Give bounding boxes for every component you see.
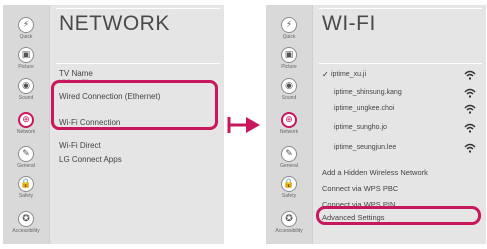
sidebar-item-label: Sound	[281, 95, 297, 101]
speaker-icon: ◉	[281, 78, 297, 94]
highlight-outline	[51, 80, 218, 130]
sidebar-item-quick[interactable]: ⚡ Quick	[3, 17, 49, 40]
wifi-network-row[interactable]: iptime_sungho.jo	[322, 123, 476, 135]
sidebar-item-label: Quick	[282, 34, 296, 40]
menu-item-wifi-direct[interactable]: Wi-Fi Direct	[59, 141, 101, 150]
sidebar-item-picture[interactable]: ▣ Picture	[3, 47, 49, 70]
menu-item-add-hidden-network[interactable]: Add a Hidden Wireless Network	[322, 168, 428, 177]
arrow-right-icon	[227, 117, 260, 133]
divider	[56, 63, 220, 64]
sidebar-item-label: Safety	[18, 193, 34, 199]
wifi-network-name: iptime_sungho.jo	[334, 124, 387, 131]
sidebar-item-label: General	[280, 163, 298, 169]
accessibility-icon: ✪	[18, 211, 34, 227]
divider	[319, 63, 482, 64]
sidebar-item-safety[interactable]: 🔒 Safety	[266, 176, 312, 199]
sidebar-item-label: Sound	[18, 95, 34, 101]
sidebar-item-accessibility[interactable]: ✪ Accessibility	[3, 211, 49, 234]
wifi-network-name: iptime_shinsung.kang	[334, 89, 402, 96]
wifi-network-row[interactable]: iptime_ungkee.choi	[322, 104, 476, 116]
lightning-icon: ⚡	[18, 17, 34, 33]
sidebar-item-network[interactable]: ⊕ Network	[266, 112, 312, 135]
sidebar-item-label: Safety	[281, 193, 297, 199]
network-icon: ⊕	[281, 112, 297, 128]
lock-icon: 🔒	[18, 176, 34, 192]
divider	[319, 8, 482, 9]
sidebar-item-safety[interactable]: 🔒 Safety	[3, 176, 49, 199]
sidebar-item-label: Accessibility	[275, 228, 303, 234]
sidebar-item-general[interactable]: ✎ General	[3, 146, 49, 169]
wifi-signal-icon	[464, 70, 476, 80]
sidebar-item-picture[interactable]: ▣ Picture	[266, 47, 312, 70]
settings-sidebar: ⚡ Quick ▣ Picture ◉ Sound ⊕ Network ✎ Ge…	[3, 5, 50, 244]
wifi-network-name: iptime_xu.ji	[331, 71, 367, 78]
wifi-signal-icon	[464, 143, 476, 153]
sidebar-item-accessibility[interactable]: ✪ Accessibility	[266, 211, 312, 234]
settings-sidebar: ⚡ Quick ▣ Picture ◉ Sound ⊕ Network ✎ Ge…	[266, 5, 313, 244]
sidebar-item-network[interactable]: ⊕ Network	[3, 112, 49, 135]
wifi-network-name: iptime_ungkee.choi	[334, 105, 395, 112]
divider	[56, 8, 220, 9]
picture-icon: ▣	[18, 47, 34, 63]
network-icon: ⊕	[18, 112, 34, 128]
sidebar-item-label: Picture	[18, 64, 34, 70]
general-icon: ✎	[281, 146, 297, 162]
page-title: NETWORK	[59, 12, 170, 35]
general-icon: ✎	[18, 146, 34, 162]
menu-item-tv-name[interactable]: TV Name	[59, 69, 93, 78]
sidebar-item-label: General	[17, 163, 35, 169]
sidebar-item-label: Network	[16, 129, 36, 135]
page-title: WI-FI	[322, 12, 376, 35]
picture-icon: ▣	[281, 47, 297, 63]
check-icon: ✓	[322, 70, 329, 79]
wifi-signal-icon	[464, 123, 476, 133]
highlight-outline	[316, 206, 481, 225]
lock-icon: 🔒	[281, 176, 297, 192]
sidebar-item-label: Accessibility	[12, 228, 40, 234]
sidebar-item-sound[interactable]: ◉ Sound	[266, 78, 312, 101]
sidebar-item-sound[interactable]: ◉ Sound	[3, 78, 49, 101]
accessibility-icon: ✪	[281, 211, 297, 227]
wifi-signal-icon	[464, 88, 476, 98]
sidebar-item-label: Picture	[281, 64, 297, 70]
lightning-icon: ⚡	[281, 17, 297, 33]
wifi-network-row[interactable]: iptime_seungjun.lee	[322, 143, 476, 155]
sidebar-item-quick[interactable]: ⚡ Quick	[266, 17, 312, 40]
sidebar-item-label: Network	[279, 129, 299, 135]
sidebar-item-general[interactable]: ✎ General	[266, 146, 312, 169]
speaker-icon: ◉	[18, 78, 34, 94]
wifi-network-row[interactable]: iptime_shinsung.kang	[322, 88, 476, 100]
menu-item-wps-pbc[interactable]: Connect via WPS PBC	[322, 184, 398, 193]
wifi-network-row[interactable]: ✓ iptime_xu.ji	[322, 70, 476, 82]
menu-item-lg-connect-apps[interactable]: LG Connect Apps	[59, 155, 122, 164]
sidebar-item-label: Quick	[19, 34, 33, 40]
wifi-network-name: iptime_seungjun.lee	[334, 144, 397, 151]
wifi-signal-icon	[464, 104, 476, 114]
